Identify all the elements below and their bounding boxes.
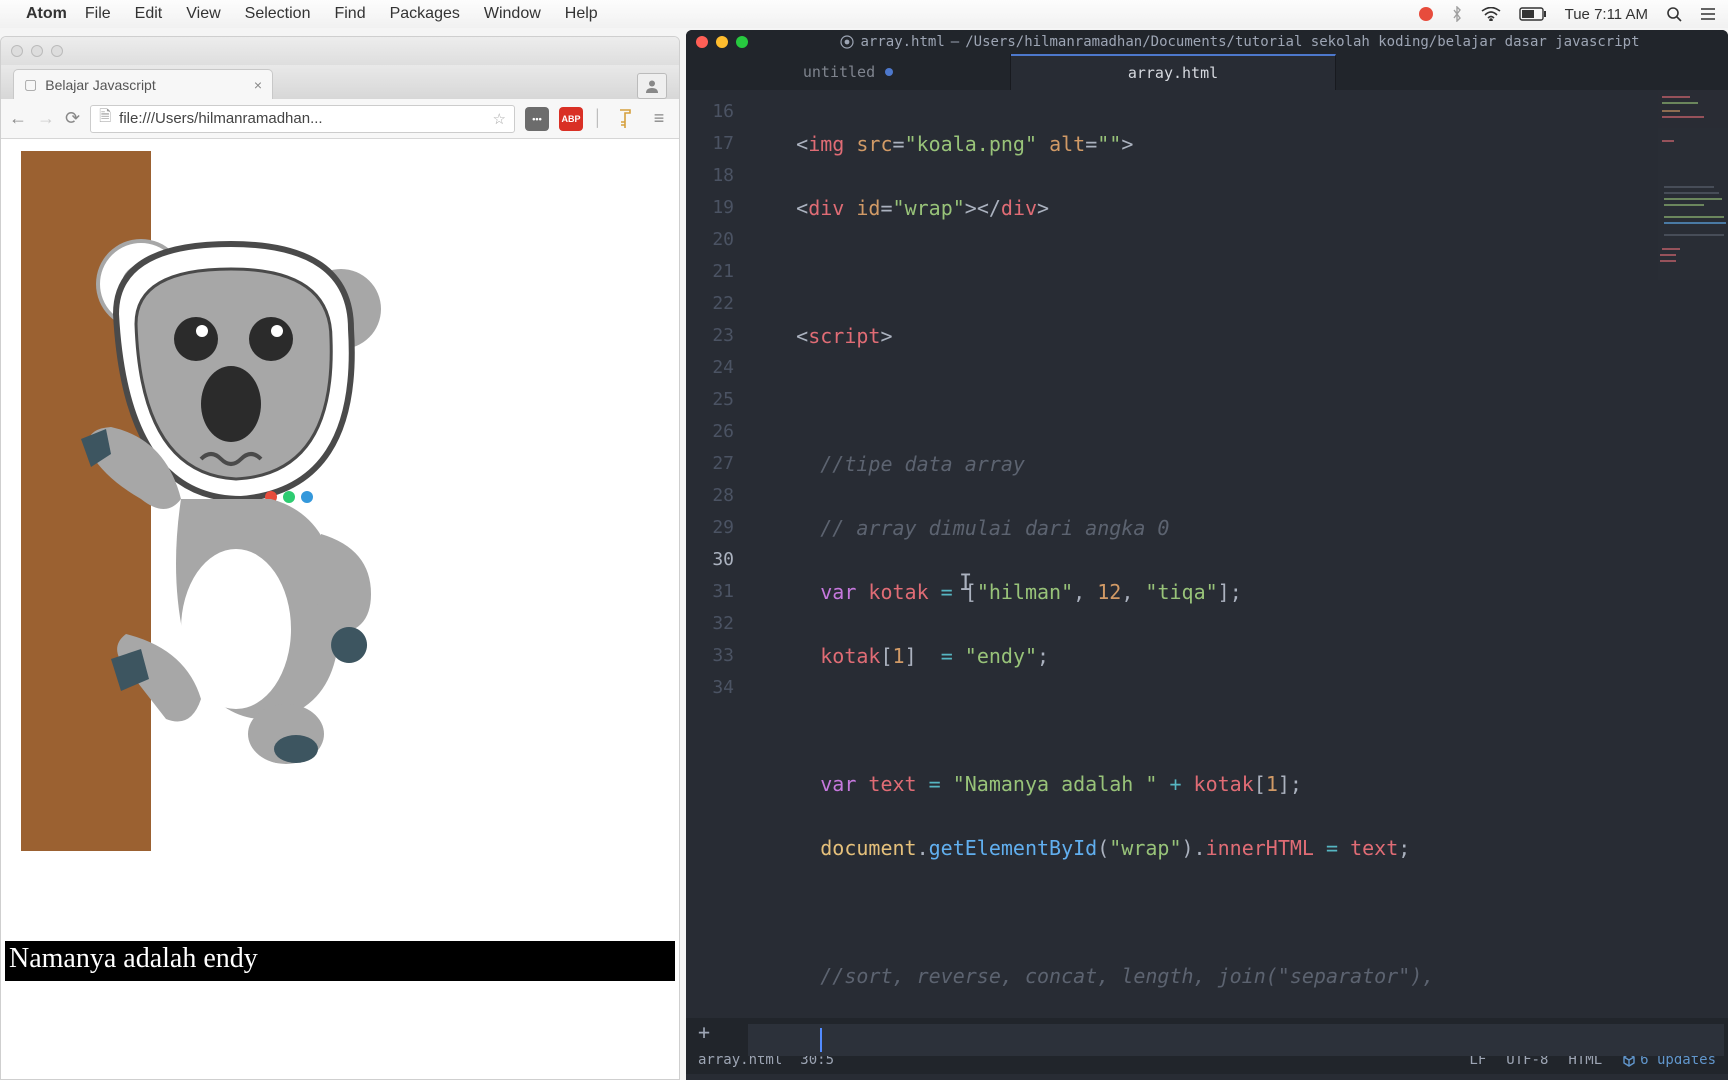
bookmark-icon[interactable]: ☆ — [493, 110, 506, 128]
new-tab-button[interactable]: + — [698, 1020, 710, 1044]
traffic-minimize-icon[interactable] — [31, 45, 43, 57]
menu-packages[interactable]: Packages — [390, 5, 460, 23]
notification-center-icon[interactable] — [1700, 7, 1716, 21]
extension-icon-2[interactable] — [613, 107, 637, 131]
back-button[interactable]: ← — [9, 108, 27, 129]
tab-array-html[interactable]: array.html — [1011, 54, 1336, 90]
title-filepath: /Users/hilmanramadhan/Documents/tutorial… — [965, 34, 1639, 50]
chrome-browser-window: ▢ Belajar Javascript × ← → ⟳ 🗎 file:///U… — [0, 36, 680, 1080]
atom-editor-window: array.html — /Users/hilmanramadhan/Docum… — [686, 30, 1728, 1080]
divider: │ — [593, 110, 603, 128]
browser-tab[interactable]: ▢ Belajar Javascript × — [13, 69, 273, 99]
chrome-titlebar — [1, 37, 679, 65]
menu-help[interactable]: Help — [565, 5, 598, 23]
page-content: Namanya adalah endy — [1, 139, 679, 1079]
battery-icon[interactable] — [1519, 7, 1547, 21]
menu-file[interactable]: File — [85, 5, 111, 23]
text-cursor — [820, 1028, 822, 1052]
traffic-close-icon[interactable] — [696, 36, 708, 48]
adblock-icon[interactable]: ABP — [559, 107, 583, 131]
chrome-user-button[interactable] — [637, 73, 667, 99]
url-text: file:///Users/hilmanramadhan... — [119, 110, 322, 127]
traffic-minimize-icon[interactable] — [716, 36, 728, 48]
traffic-close-icon[interactable] — [11, 45, 23, 57]
forward-button[interactable]: → — [37, 108, 55, 129]
page-icon: ▢ — [24, 76, 37, 93]
chrome-menu-icon[interactable]: ≡ — [647, 107, 671, 131]
reload-button[interactable]: ⟳ — [65, 108, 80, 129]
tab-label: array.html — [1128, 64, 1218, 82]
koala-image — [71, 179, 411, 804]
chrome-toolbar: ← → ⟳ 🗎 file:///Users/hilmanramadhan... … — [1, 99, 679, 139]
spotlight-icon[interactable] — [1666, 6, 1682, 22]
traffic-zoom-icon[interactable] — [51, 45, 63, 57]
menu-window[interactable]: Window — [484, 5, 541, 23]
menu-find[interactable]: Find — [334, 5, 365, 23]
chrome-file-icon — [840, 35, 854, 49]
tab-untitled[interactable]: untitled — [686, 54, 1011, 90]
tab-close-icon[interactable]: × — [254, 77, 262, 93]
menubar-clock[interactable]: Tue 7:11 AM — [1565, 6, 1648, 23]
active-app-name[interactable]: Atom — [26, 5, 67, 23]
line-number-gutter: 161718⌄19202122232425262728293031323334 — [686, 90, 744, 1018]
tab-title: Belajar Javascript — [45, 77, 156, 93]
code-editor[interactable]: 161718⌄19202122232425262728293031323334 … — [686, 90, 1728, 1018]
macos-menubar: Atom File Edit View Selection Find Packa… — [0, 0, 1728, 28]
extension-icon[interactable]: ••• — [525, 107, 549, 131]
menu-selection[interactable]: Selection — [245, 5, 311, 23]
wifi-icon[interactable] — [1481, 7, 1501, 21]
screen-recording-icon[interactable] — [1419, 7, 1433, 21]
tab-label: untitled — [803, 63, 875, 81]
modified-indicator-icon — [885, 68, 893, 76]
bluetooth-icon[interactable] — [1451, 6, 1463, 22]
title-filename: array.html — [860, 34, 944, 50]
js-output-text: Namanya adalah endy — [5, 941, 675, 981]
atom-titlebar: array.html — /Users/hilmanramadhan/Docum… — [686, 30, 1728, 54]
menu-view[interactable]: View — [186, 5, 220, 23]
menu-edit[interactable]: Edit — [135, 5, 163, 23]
code-text-area[interactable]: <img src="koala.png" alt=""> <div id="wr… — [744, 90, 1728, 1018]
ibeam-cursor-icon: I — [959, 568, 972, 600]
editor-tab-bar: untitled array.html — [686, 54, 1728, 90]
traffic-zoom-icon[interactable] — [736, 36, 748, 48]
minimap[interactable] — [1658, 90, 1728, 280]
address-bar[interactable]: 🗎 file:///Users/hilmanramadhan... ☆ — [90, 105, 515, 133]
chrome-tabbar: ▢ Belajar Javascript × — [1, 65, 679, 99]
title-separator: — — [951, 34, 959, 50]
url-scheme-icon: 🗎 — [99, 106, 111, 131]
